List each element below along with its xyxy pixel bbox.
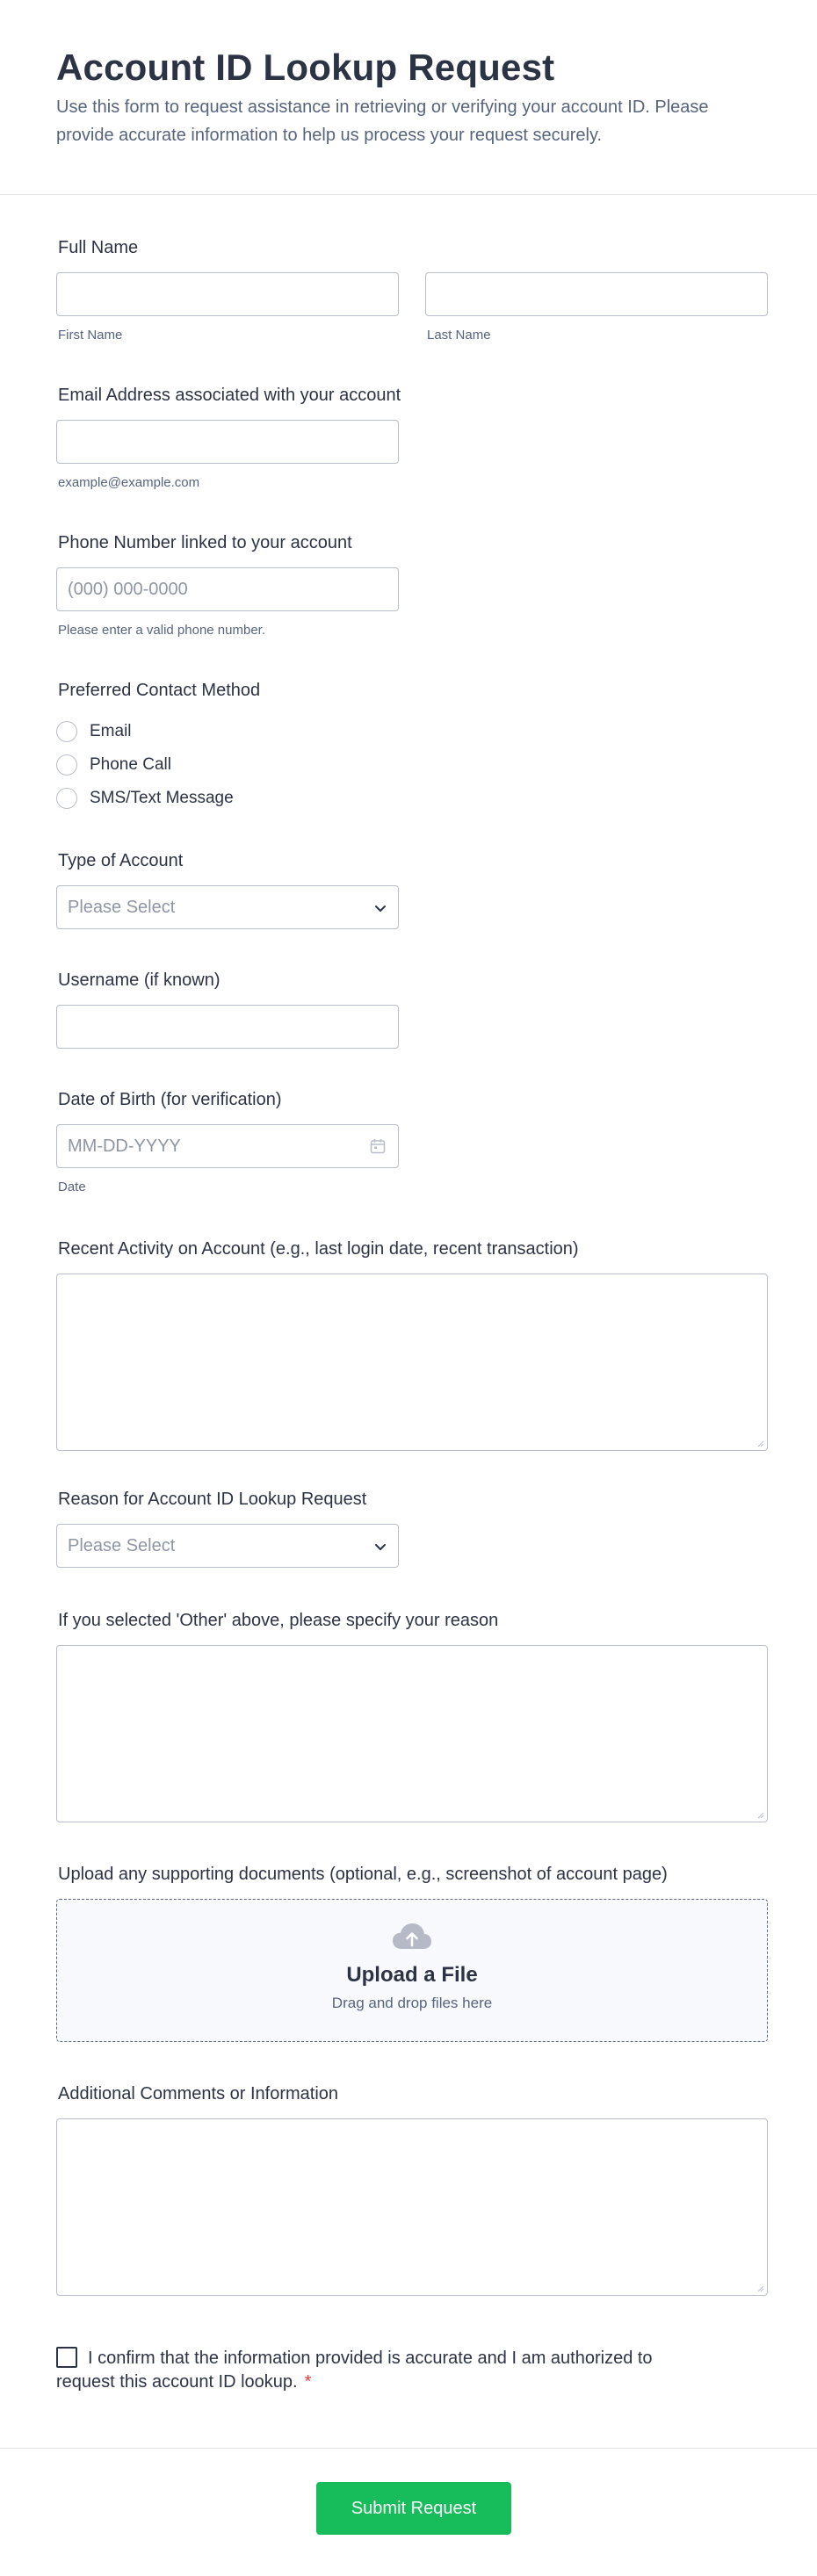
submit-button[interactable]: Submit Request xyxy=(316,2482,511,2535)
recent-activity-field: Recent Activity on Account (e.g., last l… xyxy=(56,1237,768,1451)
email-input[interactable] xyxy=(56,420,399,464)
form-description: Use this form to request assistance in r… xyxy=(56,97,709,145)
first-name-input[interactable] xyxy=(56,272,399,316)
reason-field: Reason for Account ID Lookup Request Ple… xyxy=(56,1487,768,1568)
recent-activity-box xyxy=(56,1274,768,1451)
file-upload-dropzone[interactable]: Upload a File Drag and drop files here xyxy=(56,1899,768,2042)
radio-button[interactable] xyxy=(56,754,77,776)
username-field: Username (if known) xyxy=(56,968,768,1049)
confirm-field: I confirm that the information provided … xyxy=(56,2347,689,2394)
reason-select[interactable]: Please Select xyxy=(56,1524,399,1568)
contact-method-label: Preferred Contact Method xyxy=(58,681,261,700)
full-name-label: Full Name xyxy=(58,238,139,257)
username-input[interactable] xyxy=(56,1005,399,1049)
email-label: Email Address associated with your accou… xyxy=(58,386,401,405)
full-name-field: Full Name First Name Last Name xyxy=(56,235,768,344)
comments-box xyxy=(56,2118,768,2296)
contact-method-options: Email Phone Call SMS/Text Message xyxy=(56,715,768,815)
cloud-upload-icon xyxy=(393,1923,431,1949)
upload-subtitle: Drag and drop files here xyxy=(331,1995,493,2011)
confirm-checkbox[interactable] xyxy=(56,2347,77,2368)
dob-sublabel: Date xyxy=(58,1180,86,1194)
dob-label: Date of Birth (for verification) xyxy=(58,1090,282,1109)
radio-label: Email xyxy=(90,722,132,740)
contact-method-field: Preferred Contact Method Email Phone Cal… xyxy=(56,678,768,815)
calendar-icon[interactable] xyxy=(369,1137,387,1155)
comments-textarea[interactable] xyxy=(56,2118,768,2296)
radio-option-email[interactable]: Email xyxy=(56,715,768,748)
required-asterisk: * xyxy=(304,2372,312,2392)
dob-field: Date of Birth (for verification) Date xyxy=(56,1087,768,1196)
first-name-col: First Name xyxy=(56,272,399,344)
upload-label: Upload any supporting documents (optiona… xyxy=(58,1865,668,1884)
username-label: Username (if known) xyxy=(58,971,221,990)
dob-input[interactable] xyxy=(56,1124,399,1168)
recent-activity-textarea[interactable] xyxy=(56,1274,768,1451)
upload-field: Upload any supporting documents (optiona… xyxy=(56,1862,768,2042)
recent-activity-label: Recent Activity on Account (e.g., last l… xyxy=(58,1239,579,1259)
name-row: First Name Last Name xyxy=(56,272,768,344)
resize-handle-icon[interactable] xyxy=(756,1439,764,1447)
confirm-row: I confirm that the information provided … xyxy=(56,2347,689,2394)
phone-field: Phone Number linked to your account Plea… xyxy=(56,530,768,639)
other-reason-field: If you selected 'Other' above, please sp… xyxy=(56,1608,768,1822)
account-type-select[interactable]: Please Select xyxy=(56,885,399,929)
radio-option-sms[interactable]: SMS/Text Message xyxy=(56,782,768,815)
resize-handle-icon[interactable] xyxy=(756,1810,764,1819)
select-placeholder: Please Select xyxy=(68,897,176,917)
upload-title: Upload a File xyxy=(346,1963,478,1987)
phone-label: Phone Number linked to your account xyxy=(58,533,352,552)
dob-input-wrapper xyxy=(56,1124,399,1168)
radio-button[interactable] xyxy=(56,721,77,742)
account-type-label: Type of Account xyxy=(58,851,184,870)
select-placeholder: Please Select xyxy=(68,1535,176,1555)
first-name-sublabel: First Name xyxy=(58,328,123,343)
chevron-down-icon xyxy=(375,906,386,912)
other-reason-label: If you selected 'Other' above, please sp… xyxy=(58,1611,499,1630)
form-title: Account ID Lookup Request xyxy=(56,47,555,88)
radio-option-phone-call[interactable]: Phone Call xyxy=(56,748,768,782)
form-page: Account ID Lookup Request Use this form … xyxy=(0,0,817,2576)
comments-field: Additional Comments or Information xyxy=(56,2082,768,2296)
radio-label: SMS/Text Message xyxy=(90,789,234,807)
email-field: Email Address associated with your accou… xyxy=(56,383,768,492)
confirm-text: I confirm that the information provided … xyxy=(56,2349,653,2392)
last-name-col: Last Name xyxy=(425,272,768,344)
reason-label: Reason for Account ID Lookup Request xyxy=(58,1490,367,1509)
other-reason-textarea[interactable] xyxy=(56,1645,768,1822)
last-name-sublabel: Last Name xyxy=(427,328,491,343)
phone-sublabel: Please enter a valid phone number. xyxy=(58,623,265,638)
chevron-down-icon xyxy=(375,1544,386,1550)
form-header: Account ID Lookup Request Use this form … xyxy=(0,0,817,195)
radio-button[interactable] xyxy=(56,788,77,809)
email-sublabel: example@example.com xyxy=(58,475,200,490)
account-type-field: Type of Account Please Select xyxy=(56,848,768,929)
other-reason-box xyxy=(56,1645,768,1822)
phone-input[interactable] xyxy=(56,567,399,611)
radio-label: Phone Call xyxy=(90,755,171,774)
resize-handle-icon[interactable] xyxy=(756,2284,764,2292)
form-footer: Submit Request xyxy=(0,2448,817,2576)
comments-label: Additional Comments or Information xyxy=(58,2084,339,2103)
last-name-input[interactable] xyxy=(425,272,768,316)
